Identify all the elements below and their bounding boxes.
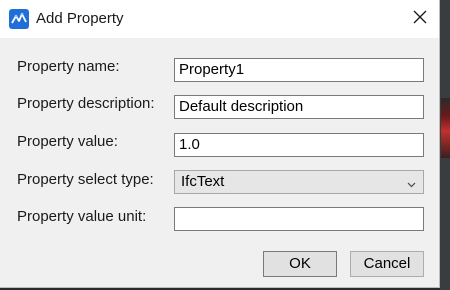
title-bar[interactable]: Add Property — [0, 0, 439, 38]
property-select-type-value: IfcText — [181, 173, 225, 190]
property-description-input[interactable]: Default description — [174, 95, 424, 119]
background-app-detail — [441, 98, 450, 158]
ok-button[interactable]: OK — [263, 251, 337, 277]
property-select-type-dropdown[interactable]: IfcText — [174, 170, 424, 194]
property-value-label: Property value: — [17, 133, 118, 150]
property-name-label: Property name: — [17, 58, 120, 75]
dialog-title: Add Property — [36, 10, 124, 27]
property-select-type-label: Property select type: — [17, 171, 154, 188]
chevron-down-icon — [407, 176, 416, 194]
property-value-input[interactable]: 1.0 — [174, 133, 424, 157]
cancel-button[interactable]: Cancel — [350, 251, 424, 277]
property-description-label: Property description: — [17, 95, 155, 112]
close-button[interactable] — [400, 0, 439, 38]
property-value-unit-input[interactable] — [174, 207, 424, 231]
close-icon — [413, 10, 427, 29]
property-name-input[interactable]: Property1 — [174, 58, 424, 82]
property-value-unit-label: Property value unit: — [17, 208, 147, 225]
app-logo-icon — [9, 9, 29, 29]
add-property-dialog: Add Property Property name: Property1 Pr… — [0, 0, 440, 288]
